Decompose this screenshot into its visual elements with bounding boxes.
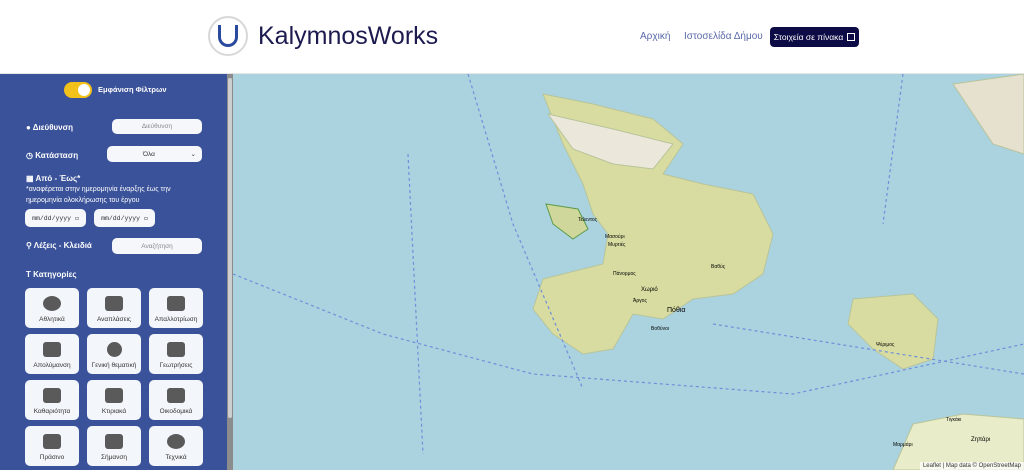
leaves-icon <box>43 434 61 449</box>
search-icon: ⚲ <box>26 241 34 250</box>
gear-icon <box>167 434 185 449</box>
status-label: ◷ Κατάσταση <box>26 151 79 160</box>
nav-municipality-site[interactable]: Ιστοσελίδα Δήμου <box>684 31 763 42</box>
map-label: Χωριό <box>641 287 658 293</box>
address-input[interactable]: Διεύθυνση <box>112 119 202 134</box>
clock-icon: ◷ <box>26 151 36 160</box>
map-label: Ζηπάρι <box>971 437 991 443</box>
map-label: Μαρμάρι <box>893 442 913 448</box>
trash-person-icon <box>43 388 61 403</box>
map-label: Τέλεντος <box>578 217 598 223</box>
map-label: Μασούρι <box>605 234 625 240</box>
status-select[interactable]: Όλα ⌄ <box>107 146 202 162</box>
category-sports[interactable]: Αθλητικά <box>25 288 79 328</box>
category-cleaning[interactable]: Καθαριότητα <box>25 380 79 420</box>
table-view-button[interactable]: Στοιχεία σε πίνακα <box>770 27 859 47</box>
map-attribution[interactable]: Leaflet | Map data © OpenStreetMap <box>919 462 1024 470</box>
date-from-input[interactable]: mm/dd/yyyy ▭ <box>25 209 86 227</box>
categories-label: T Κατηγορίες <box>26 270 77 279</box>
keywords-input[interactable]: Αναζήτηση <box>112 238 202 254</box>
filters-toggle[interactable] <box>64 82 92 98</box>
category-general[interactable]: Γενική θεματική <box>87 334 141 374</box>
category-technical[interactable]: Τεχνικά <box>149 426 203 466</box>
drill-icon <box>167 342 185 357</box>
pin-icon: ● <box>26 123 33 132</box>
map[interactable]: Τέλεντος Μασούρι Μυρτιές Πάνορμος Χωριό … <box>233 74 1024 470</box>
brand-title[interactable]: KalymnosWorks <box>258 22 438 51</box>
category-construction[interactable]: Οικοδομικά <box>149 380 203 420</box>
date-to-input[interactable]: mm/dd/yyyy ▭ <box>94 209 155 227</box>
basketball-icon <box>43 296 61 311</box>
date-label: ▦ Από - Έως* <box>26 174 81 183</box>
map-label: Βαθύς <box>711 264 726 270</box>
arrow-up-icon <box>105 434 123 449</box>
table-view-label: Στοιχεία σε πίνακα <box>773 32 844 42</box>
category-expropriation[interactable]: Απαλλοτρίωση <box>149 288 203 328</box>
municipality-logo[interactable] <box>208 16 248 56</box>
map-label: Μυρτιές <box>608 242 626 248</box>
scissors-icon <box>167 296 185 311</box>
map-label: Ψέριμος <box>876 342 895 348</box>
circle-icon <box>106 342 122 357</box>
category-drilling[interactable]: Γεωτρήσεις <box>149 334 203 374</box>
map-label: Πόθια <box>667 307 686 314</box>
filters-toggle-label: Εμφάνιση Φίλτρων <box>98 85 167 94</box>
category-buildings[interactable]: Κτιριακά <box>87 380 141 420</box>
bricks-icon <box>167 388 185 403</box>
chevron-down-icon: ⌄ <box>190 151 196 158</box>
map-label: Τιγκάκι <box>946 417 962 423</box>
map-label: Άργος <box>633 298 647 304</box>
category-redevelopment[interactable]: Αναπλάσεις <box>87 288 141 328</box>
map-label: Πάνορμος <box>613 271 636 277</box>
spray-bottle-icon <box>43 342 61 357</box>
category-green[interactable]: Πράσινο <box>25 426 79 466</box>
category-disinfection[interactable]: Απολύμανση <box>25 334 79 374</box>
document-icon <box>105 388 123 403</box>
nav-home[interactable]: Αρχική <box>640 31 670 42</box>
keywords-label: ⚲ Λέξεις - Κλειδιά <box>26 241 92 250</box>
road-icon <box>105 296 123 311</box>
table-icon <box>847 33 856 41</box>
map-label: Βοθύνοι <box>651 326 670 332</box>
header: KalymnosWorks Αρχική Ιστοσελίδα Δήμου Στ… <box>0 0 1024 74</box>
address-label: ● Διεύθυνση <box>26 123 73 132</box>
date-note: *αναφέρεται στην ημερομηνία έναρξης έως … <box>26 186 171 204</box>
categories-grid: Αθλητικά Αναπλάσεις Απαλλοτρίωση Απολύμα… <box>25 288 203 466</box>
filters-sidebar: Εμφάνιση Φίλτρων ● Διεύθυνση Διεύθυνση ◷… <box>0 74 233 470</box>
category-signage[interactable]: Σήμανση <box>87 426 141 466</box>
